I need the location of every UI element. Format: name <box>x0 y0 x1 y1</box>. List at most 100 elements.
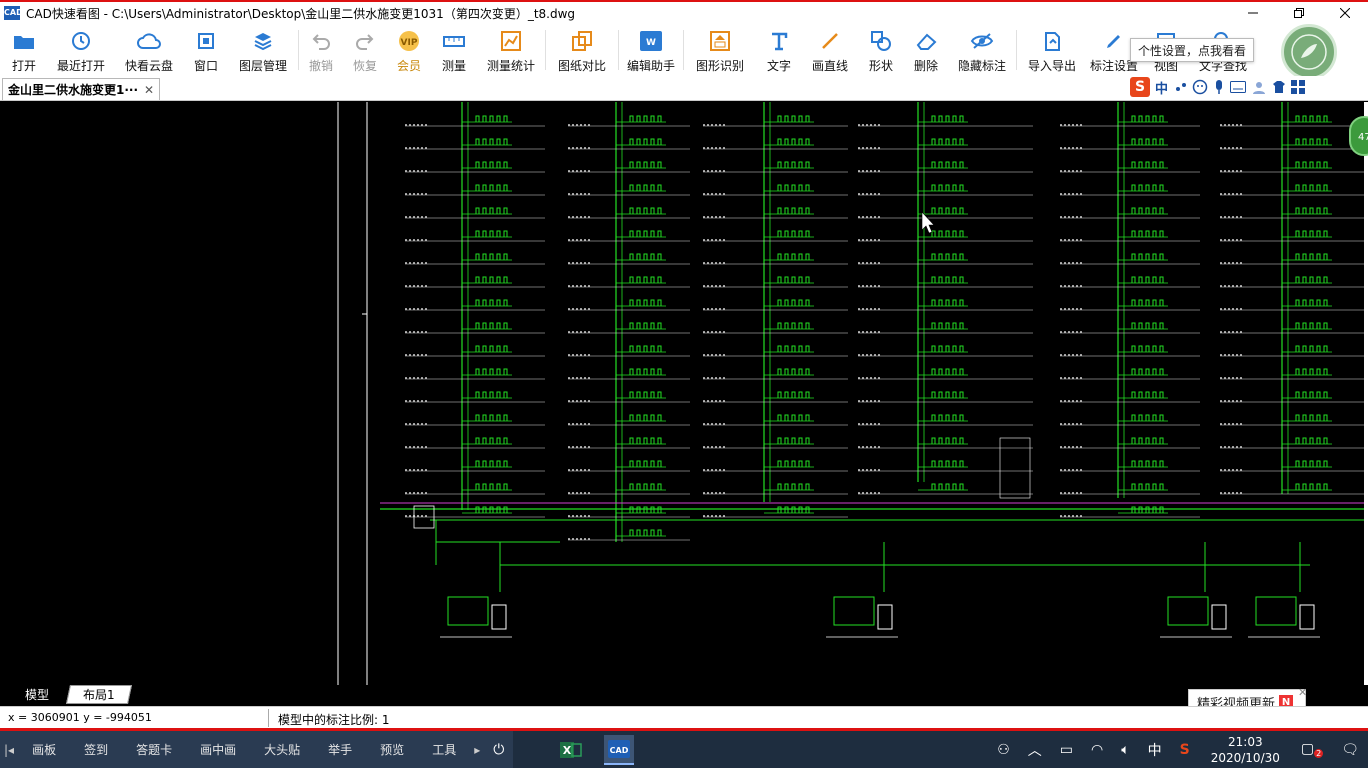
system-clock[interactable]: 21:03 2020/10/30 <box>1199 734 1292 766</box>
tool-sticker[interactable]: 大头贴 <box>250 731 314 768</box>
open-button[interactable]: 打开 <box>0 24 48 76</box>
tool-check-in[interactable]: 签到 <box>70 731 122 768</box>
wifi-icon[interactable]: ◠ <box>1082 742 1112 758</box>
microphone-icon[interactable] <box>1213 79 1225 95</box>
water-meter-symbol <box>791 230 796 237</box>
power-icon[interactable]: ⏻ <box>484 742 513 758</box>
annotation-scale[interactable]: 模型中的标注比例: 1 <box>278 711 390 728</box>
water-meter-symbol <box>629 391 634 398</box>
cad-taskbar-app[interactable]: CAD <box>604 735 634 765</box>
water-meter-symbol <box>1295 299 1300 306</box>
water-meter-symbol <box>798 368 803 375</box>
chevron-up-icon[interactable]: ︿ <box>1019 740 1051 760</box>
floating-page-badge[interactable]: 47 <box>1349 116 1368 156</box>
user-icon[interactable] <box>1251 80 1267 94</box>
water-meter-symbol <box>959 138 964 145</box>
layer-manage-button[interactable]: 图层管理 <box>228 24 298 76</box>
clock-date: 2020/10/30 <box>1210 750 1280 765</box>
document-tab[interactable]: 金山里二供水施变更1··· ✕ <box>2 78 160 100</box>
water-meter-symbol <box>657 161 662 168</box>
water-meter-symbol <box>784 276 789 283</box>
people-icon[interactable]: ⚇ <box>988 742 1019 758</box>
water-meter-symbol <box>629 161 634 168</box>
water-meter-symbol <box>805 506 810 513</box>
vip-button[interactable]: VIP 会员 <box>387 24 431 76</box>
measure-stats-button[interactable]: 测量统计 <box>477 24 545 76</box>
edit-assistant-button[interactable]: W 编辑助手 <box>619 24 683 76</box>
keyboard-icon[interactable] <box>1230 81 1247 93</box>
tab-layout1[interactable]: 布局1 <box>65 685 133 704</box>
water-meter-symbol <box>791 322 796 329</box>
water-meter-symbol <box>629 414 634 421</box>
shape-recognize-button[interactable]: 图形识别 <box>684 24 756 76</box>
water-meter-symbol <box>650 184 655 191</box>
measure-button[interactable]: 测量 <box>431 24 477 76</box>
water-meter-symbol <box>1323 460 1328 467</box>
collapse-arrow-icon[interactable]: |◂ <box>0 743 18 757</box>
cloud-drive-button[interactable]: 快看云盘 <box>114 24 184 76</box>
water-meter-symbol <box>1316 230 1321 237</box>
cad-drawing-canvas[interactable] <box>0 102 1364 685</box>
water-meter-symbol <box>777 138 782 145</box>
water-meter-symbol <box>1145 368 1150 375</box>
tab-model[interactable]: 模型 <box>6 685 68 704</box>
draw-line-button[interactable]: 画直线 <box>802 24 858 76</box>
battery-icon[interactable]: ▭ <box>1051 742 1082 758</box>
notification-center-icon[interactable]: ▢ 2 <box>1292 741 1332 759</box>
import-export-button[interactable]: 导入导出 <box>1017 24 1087 76</box>
undo-button[interactable]: 撤销 <box>299 24 343 76</box>
tool-drawing-board[interactable]: 画板 <box>18 731 70 768</box>
water-meter-symbol <box>1309 161 1314 168</box>
minimize-button[interactable] <box>1230 2 1276 24</box>
tool-picture-in-picture[interactable]: 画中画 <box>186 731 250 768</box>
close-button[interactable] <box>1322 2 1368 24</box>
redo-button[interactable]: 恢复 <box>343 24 387 76</box>
water-meter-symbol <box>1309 184 1314 191</box>
water-meter-symbol <box>952 138 957 145</box>
shape-icon <box>869 29 893 53</box>
water-meter-symbol <box>791 437 796 444</box>
expand-arrow-icon[interactable]: ▸ <box>470 743 484 757</box>
water-meter-symbol <box>636 529 641 536</box>
window-button[interactable]: 窗口 <box>184 24 228 76</box>
sogou-ime-icon[interactable]: S <box>1130 77 1150 97</box>
action-center-icon[interactable]: 🗨︎ <box>1332 742 1368 758</box>
recent-open-button[interactable]: 最近打开 <box>48 24 114 76</box>
water-meter-symbol <box>791 368 796 375</box>
ime-tray-indicator[interactable]: 中 <box>1139 740 1171 760</box>
water-meter-symbol <box>1131 483 1136 490</box>
emoji-icon[interactable] <box>1192 79 1208 95</box>
volume-icon[interactable]: 🔈︎ <box>1112 742 1138 758</box>
water-meter-symbol <box>475 276 480 283</box>
water-meter-symbol <box>784 230 789 237</box>
tool-answer-card[interactable]: 答题卡 <box>122 731 186 768</box>
water-meter-symbol <box>945 115 950 122</box>
water-meter-symbol <box>791 299 796 306</box>
water-meter-symbol <box>1316 115 1321 122</box>
excel-taskbar-app[interactable]: X <box>556 735 586 765</box>
sogou-tray-icon[interactable]: S <box>1171 742 1199 758</box>
vertical-scrollbar[interactable] <box>1364 102 1368 685</box>
drawing-compare-button[interactable]: 图纸对比 <box>546 24 618 76</box>
hide-annotation-button[interactable]: 隐藏标注 <box>948 24 1016 76</box>
shirt-skin-icon[interactable] <box>1272 80 1286 94</box>
close-tab-icon[interactable]: ✕ <box>144 83 154 97</box>
text-tool-button[interactable]: 文字 <box>756 24 802 76</box>
punctuation-icon[interactable] <box>1173 80 1187 94</box>
delete-button[interactable]: 删除 <box>904 24 948 76</box>
water-meter-symbol <box>503 299 508 306</box>
tool-raise-hand[interactable]: 举手 <box>314 731 366 768</box>
popup-close-icon[interactable]: ✕ <box>1298 686 1307 699</box>
ime-mode-indicator[interactable]: 中 <box>1155 78 1168 97</box>
water-meter-symbol <box>629 506 634 513</box>
restore-button[interactable] <box>1276 2 1322 24</box>
shape-tool-button[interactable]: 形状 <box>858 24 904 76</box>
tool-preview[interactable]: 预览 <box>366 731 418 768</box>
grid-menu-icon[interactable] <box>1291 80 1306 94</box>
taskbar: |◂ 画板 签到 答题卡 画中画 大头贴 举手 预览 工具 ▸ ⏻ X CAD … <box>0 731 1368 768</box>
water-meter-symbol <box>489 483 494 490</box>
water-meter-symbol <box>489 138 494 145</box>
water-meter-symbol <box>1295 414 1300 421</box>
water-meter-symbol <box>657 253 662 260</box>
tool-tools[interactable]: 工具 <box>418 731 470 768</box>
